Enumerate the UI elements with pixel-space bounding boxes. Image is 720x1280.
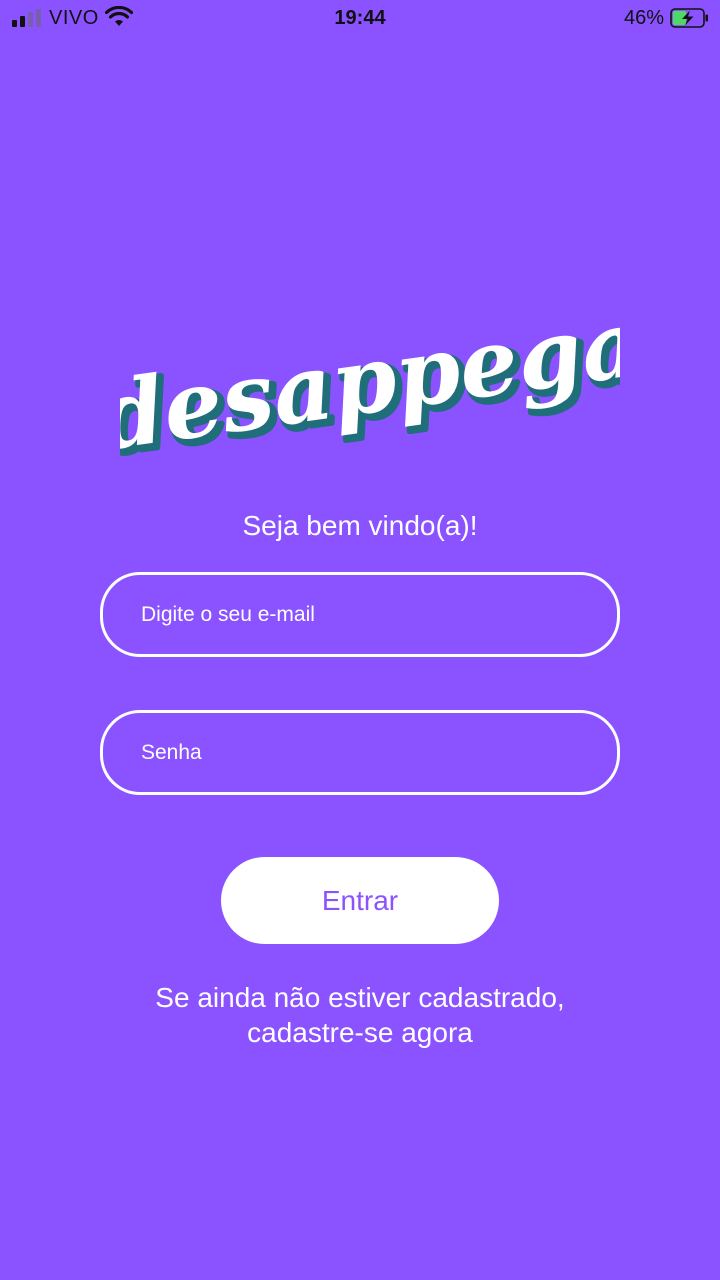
signup-line-2: cadastre-se agora [247, 1017, 473, 1048]
welcome-message: Seja bem vindo(a)! [242, 510, 478, 541]
battery-percentage: 46% [623, 7, 664, 29]
login-screen: VIVO 19:44 46% desappega desappega Seja … [0, 0, 720, 1280]
signup-link[interactable]: Se ainda não estiver cadastrado, cadastr… [0, 980, 720, 1050]
battery-charging-icon [670, 8, 708, 28]
logo-text: desappega [120, 290, 620, 460]
status-bar: VIVO 19:44 46% [0, 0, 720, 38]
password-field-container[interactable] [100, 710, 620, 795]
desappega-logo: desappega desappega [120, 290, 620, 460]
password-input[interactable] [139, 739, 617, 766]
email-field-container[interactable] [100, 572, 620, 657]
email-input[interactable] [139, 601, 617, 628]
login-button[interactable]: Entrar [221, 857, 499, 944]
clock: 19:44 [334, 7, 386, 29]
signup-line-1: Se ainda não estiver cadastrado, [155, 982, 565, 1013]
